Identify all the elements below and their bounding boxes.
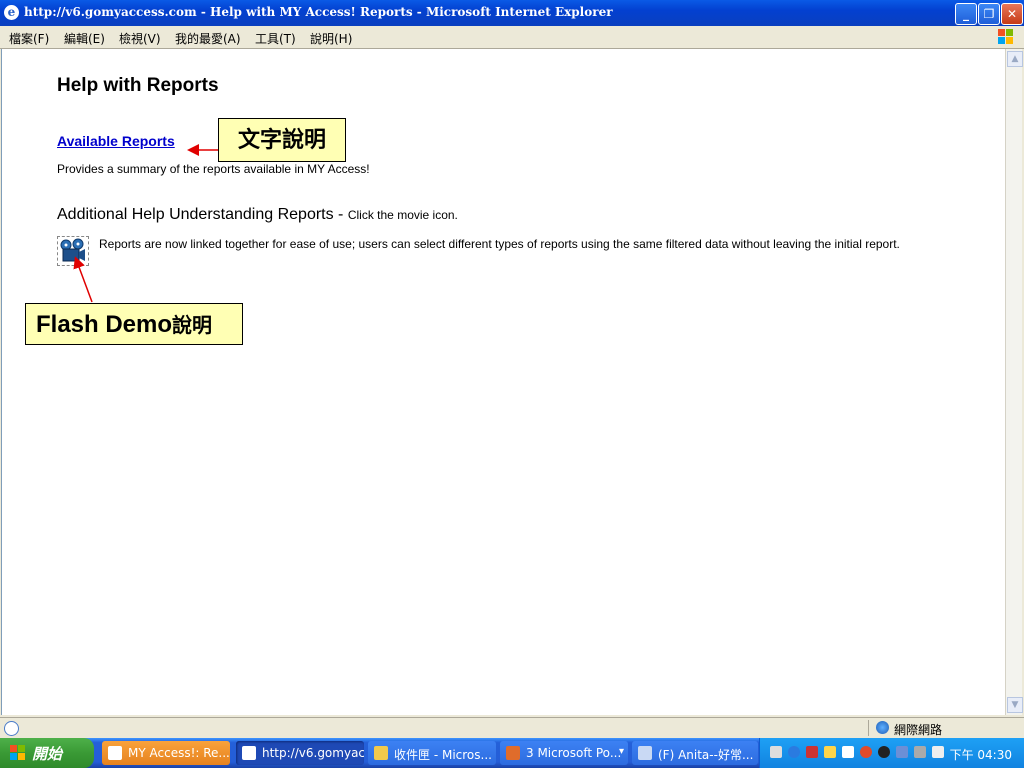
media-icon[interactable] — [878, 746, 890, 758]
start-button[interactable]: 開始 — [0, 738, 94, 768]
menu-file[interactable]: 檔案(F) — [9, 30, 49, 47]
task-outlook[interactable]: 收件匣 - Micros... — [368, 741, 496, 765]
task-label: http://v6.gomyac... — [262, 746, 364, 760]
windows-flag-icon — [10, 745, 25, 760]
network-icon[interactable] — [896, 746, 908, 758]
task-label: MY Access!: Re... — [128, 746, 230, 760]
task-ie-window[interactable]: http://v6.gomyac... — [236, 741, 364, 765]
start-label: 開始 — [32, 745, 63, 763]
additional-help-title: Additional Help Understanding Reports - — [57, 206, 344, 223]
task-label: 收件匣 - Micros... — [394, 748, 492, 762]
page-title: Help with Reports — [57, 75, 219, 96]
window-title: http://v6.gomyaccess.com - Help with MY … — [24, 5, 613, 19]
additional-help-hint: Click the movie icon. — [347, 208, 458, 222]
task-label: 3 Microsoft Po... — [526, 746, 622, 760]
ie-icon — [242, 746, 256, 760]
additional-help-heading: Additional Help Understanding Reports - … — [57, 206, 458, 224]
taskbar: 開始 MY Access!: Re... http://v6.gomyac...… — [0, 738, 1024, 768]
task-powerpoint[interactable]: 3 Microsoft Po... ▾ — [500, 741, 628, 765]
windows-logo-icon — [998, 29, 1013, 44]
movie-icon[interactable] — [57, 236, 89, 266]
flash-demo-callout: Flash Demo說明 — [25, 303, 243, 345]
task-anita[interactable]: (F) Anita--好常... — [632, 741, 758, 765]
status-divider — [868, 720, 869, 736]
scroll-down-icon[interactable]: ▼ — [1007, 697, 1023, 713]
menu-favorites[interactable]: 我的最愛(A) — [175, 30, 241, 47]
minimize-button[interactable]: _ — [955, 3, 977, 25]
menu-edit[interactable]: 編輯(E) — [64, 30, 105, 47]
scroll-up-icon[interactable]: ▲ — [1007, 51, 1023, 67]
text-explanation-callout: 文字說明 — [218, 118, 346, 162]
globe-icon — [876, 721, 889, 734]
available-reports-link[interactable]: Available Reports — [57, 133, 175, 149]
restore-button[interactable]: ❐ — [978, 3, 1000, 25]
vertical-scrollbar[interactable]: ▲ ▼ — [1005, 49, 1023, 715]
usb-icon[interactable] — [914, 746, 926, 758]
ie-icon: e — [4, 5, 19, 20]
task-label: (F) Anita--好常... — [658, 748, 754, 762]
menu-tools[interactable]: 工具(T) — [255, 30, 296, 47]
system-tray: 下午 04:30 — [759, 738, 1024, 768]
page-icon — [4, 721, 19, 736]
flash-demo-callout-label: Flash Demo — [36, 311, 173, 338]
firefox-icon[interactable] — [860, 746, 872, 758]
ie-icon — [108, 746, 122, 760]
menu-help[interactable]: 說明(H) — [310, 30, 352, 47]
powerpoint-icon — [506, 746, 520, 760]
movie-description: Reports are now linked together for ease… — [99, 237, 900, 251]
expand-tray-icon[interactable] — [788, 746, 800, 758]
security-zone: 網際網路 — [894, 723, 943, 737]
status-bar: 網際網路 — [0, 717, 1024, 738]
printer-icon[interactable] — [932, 746, 944, 758]
messenger-tray-icon[interactable] — [824, 746, 836, 758]
antivirus-icon[interactable] — [806, 746, 818, 758]
task-my-access[interactable]: MY Access!: Re... — [102, 741, 230, 765]
menu-view[interactable]: 檢視(V) — [119, 30, 161, 47]
available-reports-description: Provides a summary of the reports availa… — [57, 162, 370, 176]
clock: 下午 04:30 — [949, 748, 1012, 762]
messenger-icon — [638, 746, 652, 760]
window-titlebar: e http://v6.gomyaccess.com - Help with M… — [0, 0, 1024, 26]
close-button[interactable]: ✕ — [1001, 3, 1023, 25]
menu-bar: 檔案(F) 編輯(E) 檢視(V) 我的最愛(A) 工具(T) 說明(H) — [0, 26, 1024, 49]
group-dropdown-icon: ▾ — [618, 746, 624, 757]
outlook-icon — [374, 746, 388, 760]
flash-demo-callout-cjk: 說明 — [172, 313, 213, 337]
mail-icon[interactable] — [842, 746, 854, 758]
keyboard-icon[interactable] — [770, 746, 782, 758]
